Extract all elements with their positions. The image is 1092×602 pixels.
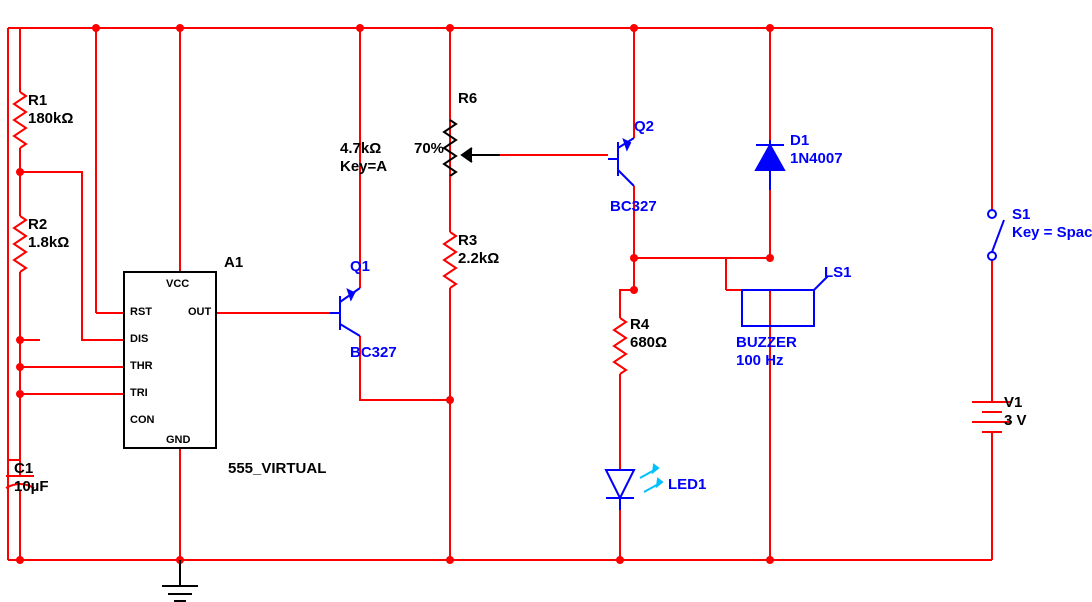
pin-dis: DIS	[130, 333, 148, 345]
ls1-freq: 100 Hz	[736, 352, 784, 369]
r6-percent: 70%	[414, 140, 444, 157]
r6-name: R6	[458, 90, 477, 107]
r6-key: Key=A	[340, 158, 387, 175]
r1-value: 180kΩ	[28, 110, 73, 127]
r6-value: 4.7kΩ	[340, 140, 381, 157]
led1-name: LED1	[668, 476, 706, 493]
d1-name: D1	[790, 132, 809, 149]
q1-part: BC327	[350, 344, 397, 361]
v1-name: V1	[1004, 394, 1022, 411]
pin-gnd: GND	[166, 434, 190, 446]
a1-type: 555_VIRTUAL	[228, 460, 326, 477]
q1-name: Q1	[350, 258, 370, 275]
schematic-canvas	[0, 0, 1092, 602]
r4-name: R4	[630, 316, 649, 333]
pin-rst: RST	[130, 306, 152, 318]
pin-thr: THR	[130, 360, 153, 372]
q2-part: BC327	[610, 198, 657, 215]
r1-name: R1	[28, 92, 47, 109]
pin-vcc: VCC	[166, 278, 189, 290]
q2-name: Q2	[634, 118, 654, 135]
r4-value: 680Ω	[630, 334, 667, 351]
s1-key: Key = Space	[1012, 224, 1092, 241]
pin-out: OUT	[188, 306, 211, 318]
pin-con: CON	[130, 414, 154, 426]
pin-tri: TRI	[130, 387, 148, 399]
a1-name: A1	[224, 254, 243, 271]
c1-value: 10µF	[14, 478, 49, 495]
ls1-type: BUZZER	[736, 334, 797, 351]
r3-value: 2.2kΩ	[458, 250, 499, 267]
ls1-name: LS1	[824, 264, 852, 281]
s1-name: S1	[1012, 206, 1030, 223]
v1-value: 3 V	[1004, 412, 1027, 429]
d1-part: 1N4007	[790, 150, 843, 167]
r2-value: 1.8kΩ	[28, 234, 69, 251]
r2-name: R2	[28, 216, 47, 233]
c1-name: C1	[14, 460, 33, 477]
r3-name: R3	[458, 232, 477, 249]
